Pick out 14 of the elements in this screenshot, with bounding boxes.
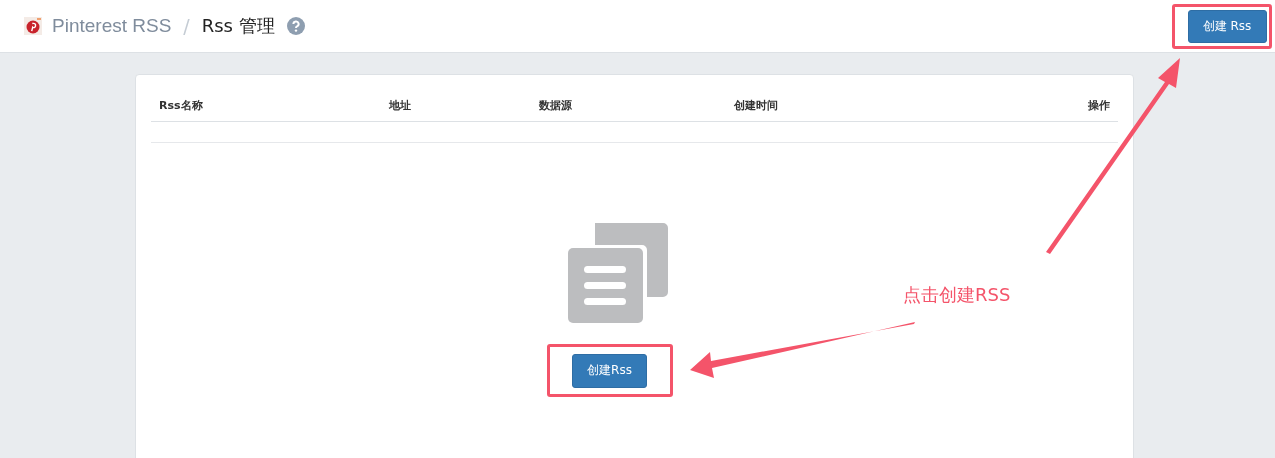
- column-header: Rss名称: [159, 98, 204, 113]
- column-header: 地址: [389, 98, 412, 113]
- help-icon[interactable]: [286, 17, 305, 35]
- create-rss-button[interactable]: 创建Rss: [572, 353, 647, 388]
- annotation-text: 点击创建RSS: [903, 283, 1011, 307]
- app-name[interactable]: Pinterest RSS: [52, 15, 172, 37]
- breadcrumb-separator: /: [183, 15, 190, 37]
- column-header: 操作: [1088, 98, 1110, 113]
- create-rss-button[interactable]: 创建 Rss: [1187, 10, 1267, 43]
- column-header: 创建时间: [734, 98, 779, 113]
- page-title: Rss 管理: [201, 14, 275, 38]
- pinterest-logo-icon: [24, 17, 42, 35]
- column-header: 数据源: [539, 98, 573, 113]
- documents-icon: [568, 223, 668, 323]
